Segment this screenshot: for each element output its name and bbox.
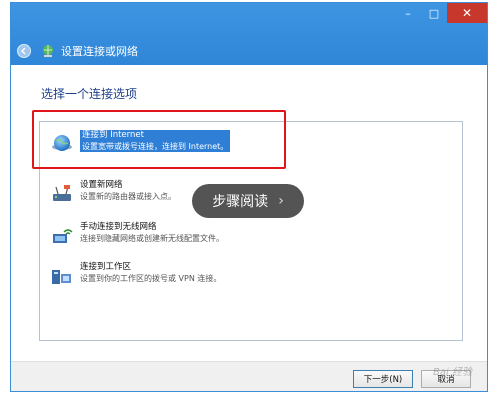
highlight-annotation	[32, 110, 286, 169]
option-title: 手动连接到无线网络	[80, 222, 157, 232]
option-new-network[interactable]: 设置新网络 设置新的路由器或接入点。	[50, 180, 176, 206]
page-heading: 选择一个连接选项	[41, 87, 138, 101]
option-text: 连接到工作区 设置到你的工作区的拨号或 VPN 连接。	[80, 262, 221, 284]
title-bar: – □ ✕ 设置连接或网络	[11, 3, 487, 65]
window-controls: – □ ✕	[395, 3, 487, 25]
option-description: 连接到隐藏网络或创建新无线配置文件。	[80, 234, 224, 243]
router-icon	[53, 185, 71, 201]
maximize-button[interactable]: □	[421, 3, 447, 23]
back-button[interactable]	[17, 44, 31, 58]
option-title: 设置新网络	[80, 180, 123, 190]
option-workplace[interactable]: 连接到工作区 设置到你的工作区的拨号或 VPN 连接。	[50, 262, 221, 288]
chevron-right-icon: ›	[278, 193, 284, 209]
step-reading-overlay[interactable]: 步骤阅读 ›	[192, 184, 304, 218]
back-arrow-icon	[21, 47, 26, 55]
option-text: 设置新网络 设置新的路由器或接入点。	[80, 180, 176, 202]
minimize-button[interactable]: –	[395, 3, 421, 23]
nav-row: 设置连接或网络	[17, 41, 138, 61]
window-title: 设置连接或网络	[61, 45, 138, 58]
watermark: Bai 经验	[433, 367, 472, 378]
overlay-label: 步骤阅读	[212, 194, 269, 210]
option-title: 连接到工作区	[80, 262, 132, 272]
workplace-icon	[52, 270, 71, 284]
option-description: 设置到你的工作区的拨号或 VPN 连接。	[80, 274, 222, 283]
network-globe-icon	[43, 45, 53, 57]
option-manual-wireless[interactable]: 手动连接到无线网络 连接到隐藏网络或创建新无线配置文件。	[50, 222, 224, 248]
footer-bar: 下一步(N) 取消	[11, 361, 487, 391]
option-text: 手动连接到无线网络 连接到隐藏网络或创建新无线配置文件。	[80, 222, 224, 244]
close-button[interactable]: ✕	[447, 3, 487, 23]
option-description: 设置新的路由器或接入点。	[80, 192, 176, 201]
next-button[interactable]: 下一步(N)	[353, 370, 413, 388]
wireless-icon	[53, 229, 73, 243]
